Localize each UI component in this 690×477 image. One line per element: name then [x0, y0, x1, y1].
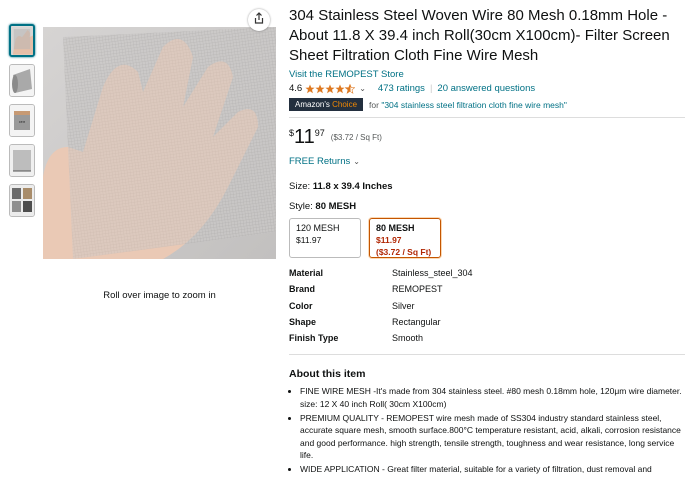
thumbnail-mesh-in-hand[interactable]	[9, 24, 35, 57]
amazons-choice-row: Amazon's Choice for "304 stainless steel…	[289, 98, 685, 111]
bullet-item: FINE WIRE MESH -It's made from 304 stain…	[300, 385, 685, 410]
bullet-item: WIDE APPLICATION - Great filter material…	[300, 463, 685, 476]
store-link[interactable]: Visit the REMOPEST Store	[289, 69, 685, 80]
option-name: 120 MESH	[296, 223, 340, 233]
thumbnail-mesh-uses[interactable]	[9, 184, 35, 217]
choice-for-label: for	[369, 99, 379, 110]
about-bullets: FINE WIRE MESH -It's made from 304 stain…	[289, 385, 685, 475]
free-returns-link[interactable]: FREE Returns ⌄	[289, 156, 685, 167]
svg-text:REM: REM	[19, 120, 26, 124]
spec-row: Shape Rectangular	[289, 316, 441, 327]
bullet-item: PREMIUM QUALITY - REMOPEST wire mesh mad…	[300, 412, 685, 462]
thumbnail-strip: REM	[9, 24, 37, 224]
star-icon	[325, 84, 335, 93]
option-price: $11.97	[296, 235, 322, 245]
product-title: 304 Stainless Steel Woven Wire 80 Mesh 0…	[289, 7, 670, 64]
size-value: 11.8 x 39.4 Inches	[312, 181, 393, 192]
spec-table: Material Stainless_steel_304 Brand REMOPES…	[289, 268, 685, 349]
unit-price: ($3.72 / Sq Ft)	[330, 133, 382, 142]
thumbnail-mesh-sheet[interactable]	[9, 144, 35, 177]
product-details: 304 Stainless Steel Woven Wire 80 Mesh 0…	[289, 6, 685, 477]
spec-row: Material Stainless_steel_304	[289, 268, 473, 278]
style-label-row: Style: 80 MESH	[289, 201, 685, 212]
share-icon	[253, 11, 265, 29]
amazons-choice-badge: Amazon's Choice	[289, 98, 364, 111]
spec-row: Finish Type Smooth	[289, 333, 424, 344]
style-options: 120 MESH $11.97 80 MESH $11.97 ($3.72 / …	[289, 218, 685, 258]
option-price: $11.97	[376, 235, 402, 245]
about-this-item-heading: About this item	[289, 368, 366, 381]
divider	[289, 354, 685, 356]
ratings-count-link[interactable]: 473 ratings	[378, 83, 425, 94]
spec-row: Brand REMOPEST	[289, 284, 443, 295]
option-unit-price: ($3.72 / Sq Ft)	[376, 247, 432, 257]
star-icon	[335, 84, 345, 93]
size-selector[interactable]: Size: 11.8 x 39.4 Inches	[289, 181, 685, 192]
share-button[interactable]	[248, 9, 270, 31]
thumbnail-mesh-roll[interactable]	[9, 64, 35, 97]
spec-row: Color Silver	[289, 300, 415, 311]
style-value: 80 MESH	[315, 201, 357, 212]
size-label: Size:	[289, 181, 311, 192]
rating-value: 4.6	[289, 83, 303, 94]
half-star-icon	[345, 83, 356, 94]
answered-questions-link[interactable]: 20 answered questions	[437, 83, 535, 94]
thumbnail-mesh-tube[interactable]: REM	[9, 104, 35, 137]
star-icon	[305, 84, 315, 93]
zoom-hint: Roll over image to zoom in	[103, 290, 216, 301]
style-option-80-mesh[interactable]: 80 MESH $11.97 ($3.72 / Sq Ft)	[369, 218, 441, 258]
rating-row: 4.6 ⌄ 473 ratings | 20 answered question…	[289, 83, 685, 94]
price-whole: 11	[294, 126, 315, 148]
style-label: Style:	[289, 201, 313, 212]
main-product-image[interactable]	[43, 27, 276, 259]
chevron-down-icon[interactable]: ⌄	[359, 84, 366, 93]
price-fraction: 97	[314, 128, 325, 138]
style-option-120-mesh[interactable]: 120 MESH $11.97	[289, 218, 361, 258]
star-icon	[315, 84, 325, 93]
chevron-down-icon: ⌄	[353, 157, 360, 166]
choice-query-link[interactable]: "304 stainless steel filtration cloth fi…	[381, 100, 567, 110]
separator: |	[429, 83, 433, 94]
star-rating[interactable]	[305, 83, 356, 94]
price: $ 11 97 ($3.72 / Sq Ft)	[289, 126, 685, 148]
option-name: 80 MESH	[376, 223, 415, 233]
divider	[289, 117, 685, 118]
